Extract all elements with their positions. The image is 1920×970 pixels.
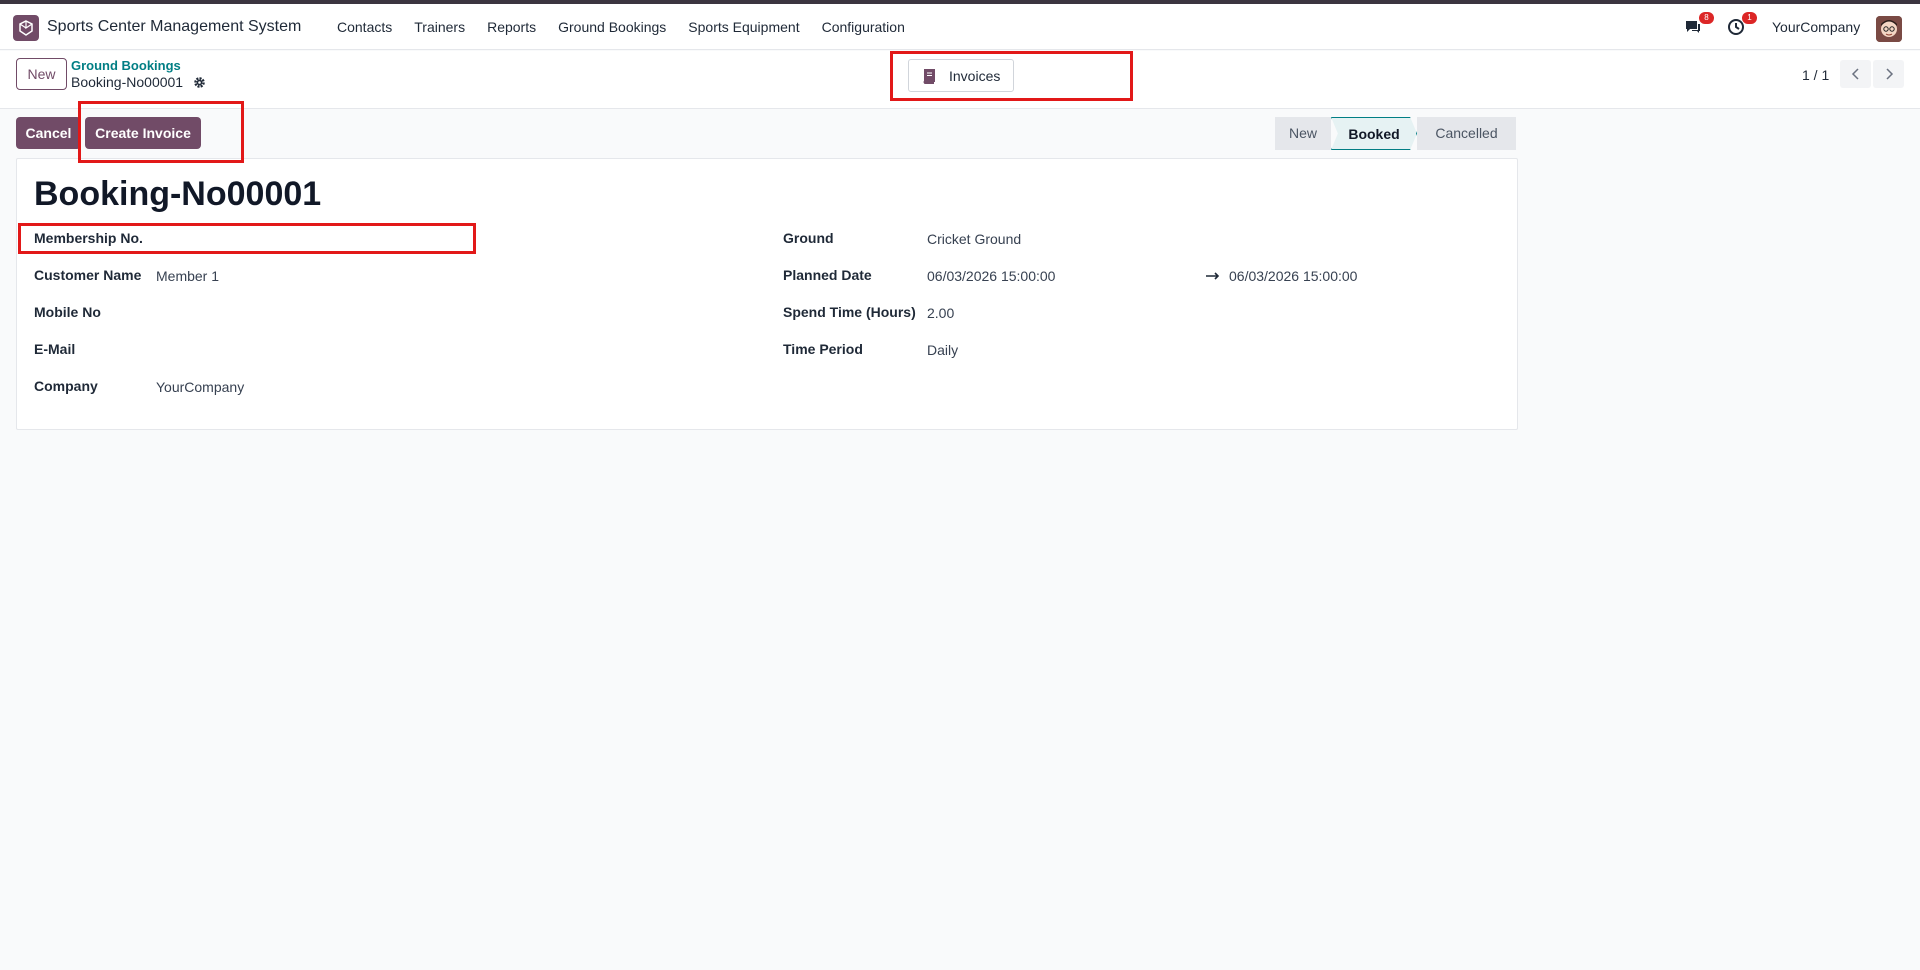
planned-date-label: Planned Date bbox=[783, 267, 872, 283]
customer-name-field[interactable]: Member 1 bbox=[156, 268, 219, 284]
ground-field[interactable]: Cricket Ground bbox=[927, 231, 1021, 247]
company-field[interactable]: YourCompany bbox=[156, 379, 244, 395]
customer-name-label: Customer Name bbox=[34, 267, 142, 283]
breadcrumb-current: Booking-No00001 bbox=[71, 74, 184, 90]
status-step-cancelled[interactable]: Cancelled bbox=[1417, 117, 1516, 150]
spend-time-label: Spend Time (Hours) bbox=[783, 304, 916, 320]
highlight-invoices bbox=[890, 51, 1133, 101]
app-name[interactable]: Sports Center Management System bbox=[47, 18, 301, 36]
breadcrumb-parent-link[interactable]: Ground Bookings bbox=[71, 58, 181, 73]
menu-item-reports[interactable]: Reports bbox=[487, 19, 536, 35]
gear-icon[interactable] bbox=[193, 76, 206, 89]
company-switcher[interactable]: YourCompany bbox=[1772, 19, 1860, 35]
arrow-right-icon bbox=[1206, 268, 1221, 284]
form-sheet: Booking-No00001 Membership No. Customer … bbox=[16, 158, 1518, 430]
new-record-button[interactable]: New bbox=[16, 58, 67, 90]
chevron-left-icon bbox=[1851, 68, 1859, 80]
time-period-label: Time Period bbox=[783, 341, 863, 357]
highlight-create-invoice bbox=[78, 101, 244, 163]
app-menu-icon[interactable] bbox=[13, 15, 39, 41]
activity-clock-icon[interactable]: 1 bbox=[1726, 12, 1757, 37]
messages-icon[interactable]: 8 bbox=[1683, 12, 1714, 37]
time-period-field[interactable]: Daily bbox=[927, 342, 958, 358]
company-label: Company bbox=[34, 378, 98, 394]
status-bar: New Booked Cancelled bbox=[1275, 117, 1516, 150]
top-navbar: Sports Center Management System Contacts… bbox=[0, 4, 1920, 50]
menu-item-ground-bookings[interactable]: Ground Bookings bbox=[558, 19, 666, 35]
spend-time-field[interactable]: 2.00 bbox=[927, 305, 954, 321]
activity-badge: 1 bbox=[1742, 12, 1757, 24]
status-step-booked[interactable]: Booked bbox=[1331, 117, 1417, 150]
pager-value[interactable]: 1 / 1 bbox=[1802, 67, 1829, 83]
status-step-new[interactable]: New bbox=[1275, 117, 1331, 150]
menu-item-contacts[interactable]: Contacts bbox=[337, 19, 392, 35]
chevron-right-icon bbox=[1885, 68, 1893, 80]
mobile-no-label: Mobile No bbox=[34, 304, 101, 320]
mobile-no-field[interactable] bbox=[156, 304, 486, 322]
record-title: Booking-No00001 bbox=[34, 175, 322, 213]
main-menu: Contacts Trainers Reports Ground Booking… bbox=[337, 19, 927, 35]
ground-label: Ground bbox=[783, 230, 834, 246]
menu-item-sports-equipment[interactable]: Sports Equipment bbox=[688, 19, 799, 35]
email-field[interactable] bbox=[156, 341, 486, 359]
email-label: E-Mail bbox=[34, 341, 76, 357]
highlight-membership-no bbox=[18, 223, 476, 254]
menu-item-configuration[interactable]: Configuration bbox=[822, 19, 905, 35]
messages-badge: 8 bbox=[1699, 12, 1714, 24]
user-avatar[interactable] bbox=[1876, 16, 1902, 42]
pager-next-button[interactable] bbox=[1873, 60, 1904, 88]
planned-end-field[interactable]: 06/03/2026 15:00:00 bbox=[1229, 268, 1357, 284]
menu-item-trainers[interactable]: Trainers bbox=[414, 19, 465, 35]
cancel-button[interactable]: Cancel bbox=[16, 117, 81, 149]
pager-previous-button[interactable] bbox=[1840, 60, 1871, 88]
planned-start-field[interactable]: 06/03/2026 15:00:00 bbox=[927, 268, 1055, 284]
